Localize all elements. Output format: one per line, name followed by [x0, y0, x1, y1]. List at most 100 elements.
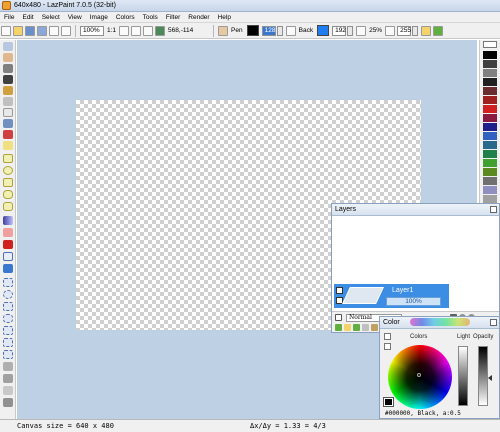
pen-color-swatch[interactable] [246, 25, 259, 36]
palette-swatch[interactable] [483, 69, 497, 77]
brush-tool-icon[interactable] [3, 86, 13, 95]
save-icon[interactable] [25, 25, 35, 36]
palette-swatch[interactable] [483, 96, 497, 104]
eraser-tool-icon[interactable] [3, 108, 13, 117]
gradient-tool-icon[interactable] [3, 216, 13, 225]
hand-tool-icon[interactable] [3, 53, 13, 62]
import-layer-icon[interactable] [344, 324, 351, 331]
save-as-icon[interactable] [37, 25, 47, 36]
opacity-slider[interactable] [478, 346, 488, 406]
back-alpha-field[interactable]: 192 [332, 25, 347, 36]
layer-row[interactable]: Layer1 100% [334, 284, 449, 308]
new-file-icon[interactable] [1, 25, 11, 36]
menu-file[interactable]: File [0, 12, 18, 23]
palette-swatch[interactable] [483, 159, 497, 167]
crop-icon[interactable] [3, 398, 13, 407]
layer-effect-icon[interactable] [3, 264, 13, 273]
hue-strip[interactable] [410, 318, 470, 326]
menu-image[interactable]: Image [86, 12, 112, 23]
palette-swatch[interactable] [483, 123, 497, 131]
pen-tool-icon[interactable] [3, 75, 13, 84]
palette-swatch[interactable] [483, 60, 497, 68]
opacity-field[interactable]: 255 [397, 25, 412, 36]
menu-view[interactable]: View [64, 12, 86, 23]
menu-tools[interactable]: Tools [139, 12, 162, 23]
opacity-slider-handle[interactable] [488, 375, 492, 381]
menu-edit[interactable]: Edit [18, 12, 37, 23]
back-alpha-spinner[interactable] [347, 25, 354, 36]
select-pen-icon[interactable] [3, 338, 13, 347]
bucket-fill-icon[interactable] [3, 119, 13, 128]
open-folder-icon[interactable] [421, 25, 432, 36]
zoom-in-icon[interactable] [119, 25, 130, 36]
palette-swatch[interactable] [483, 105, 497, 113]
pen-alpha-spinner[interactable] [276, 25, 283, 36]
opacity-icon[interactable] [385, 25, 396, 36]
hand-icon[interactable] [218, 25, 229, 36]
undo-icon[interactable] [49, 25, 59, 36]
layers-close-icon[interactable] [490, 206, 497, 213]
zoom-fit-icon[interactable] [143, 25, 154, 36]
phong-tool-icon[interactable] [3, 228, 13, 237]
palette-swatch[interactable] [483, 87, 497, 95]
layer-checkbox-icon[interactable] [335, 314, 342, 321]
open-file-icon[interactable] [13, 25, 23, 36]
text-tool-icon[interactable] [3, 141, 13, 150]
zoom-field[interactable]: 100% [80, 25, 104, 36]
menu-render[interactable]: Render [184, 12, 213, 23]
palette-swatch[interactable] [483, 78, 497, 86]
move-selection-icon[interactable] [3, 362, 13, 371]
palette-swatch[interactable] [483, 141, 497, 149]
swap-colors-icon[interactable] [285, 25, 296, 36]
light-slider[interactable] [458, 346, 468, 406]
spline-tool-icon[interactable] [3, 190, 13, 199]
select-ellipse-icon[interactable] [3, 290, 13, 299]
palette-swatch[interactable] [483, 168, 497, 176]
current-color-swatch[interactable] [383, 397, 394, 407]
red-shape-tool-icon[interactable] [3, 240, 13, 249]
select-rect-icon[interactable] [3, 278, 13, 287]
layer-effects-icon[interactable] [362, 324, 369, 331]
color-wheel[interactable] [388, 345, 452, 409]
zoom-original-button[interactable]: 1:1 [107, 27, 116, 34]
add-layer-icon[interactable] [335, 324, 342, 331]
menu-help[interactable]: Help [214, 12, 235, 23]
confirm-check-icon[interactable] [433, 25, 444, 36]
select-poly-icon[interactable] [3, 302, 13, 311]
select-spline-icon[interactable] [3, 314, 13, 323]
layer-opacity-bar[interactable]: 100% [386, 297, 441, 306]
zoom-out-icon[interactable] [131, 25, 142, 36]
deselect-icon[interactable] [3, 386, 13, 395]
color-mode-icon[interactable] [384, 343, 391, 350]
layer-visible-checkbox[interactable] [336, 287, 343, 294]
move-tool-icon[interactable] [3, 42, 13, 51]
pen-alpha-field[interactable]: 128 [261, 25, 276, 36]
palette-swatch[interactable] [483, 186, 497, 194]
color-close-icon[interactable] [490, 319, 497, 326]
opacity-spinner[interactable] [412, 25, 419, 36]
clone-tool-icon[interactable] [3, 97, 13, 106]
menu-filter[interactable]: Filter [162, 12, 184, 23]
menu-colors[interactable]: Colors [112, 12, 139, 23]
palette-swatch[interactable] [483, 114, 497, 122]
layer-name[interactable]: Layer1 [392, 287, 413, 294]
rotate-selection-icon[interactable] [3, 374, 13, 383]
rectangle-tool-icon[interactable] [3, 154, 13, 163]
select-text-icon[interactable] [3, 350, 13, 359]
merge-layer-icon[interactable] [371, 324, 378, 331]
palette-swatch[interactable] [483, 51, 497, 59]
palette-swatch[interactable] [483, 195, 497, 203]
grid-icon[interactable] [155, 25, 166, 36]
palette-swatch[interactable] [483, 150, 497, 158]
color-option-icon[interactable] [384, 333, 391, 340]
duplicate-layer-icon[interactable] [353, 324, 360, 331]
ellipse-tool-icon[interactable] [3, 166, 13, 175]
menu-select[interactable]: Select [38, 12, 64, 23]
magic-wand-icon[interactable] [3, 326, 13, 335]
color-picker-icon[interactable] [3, 64, 13, 73]
tolerance-icon[interactable] [356, 25, 367, 36]
deform-tool-icon[interactable] [3, 130, 13, 139]
palette-menu-button[interactable] [483, 41, 497, 48]
palette-swatch[interactable] [483, 177, 497, 185]
back-color-swatch[interactable] [317, 25, 330, 36]
